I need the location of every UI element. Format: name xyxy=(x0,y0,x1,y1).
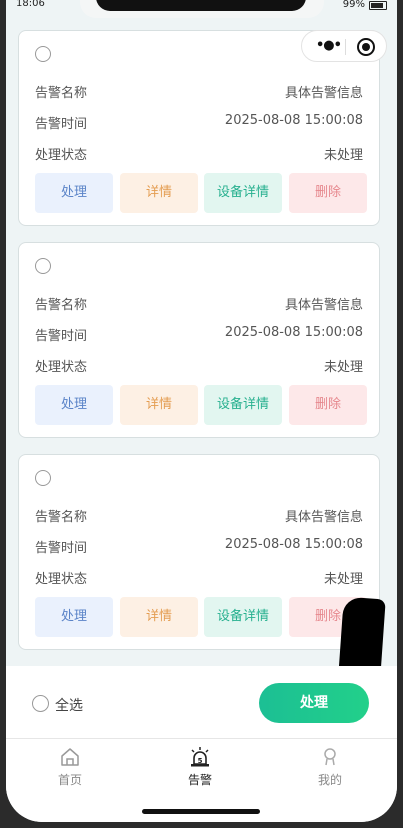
phone-screen: 18:06 99% •●• 告警名称 具体告警信息 告警时间 2025-08-0… xyxy=(6,0,397,822)
row-label: 告警时间 xyxy=(35,329,88,344)
row-label: 处理状态 xyxy=(35,148,88,163)
more-icon[interactable]: •●• xyxy=(316,39,342,52)
select-all-radio[interactable] xyxy=(32,695,49,712)
row-value: 2025-08-08 15:00:08 xyxy=(224,537,363,552)
home-icon xyxy=(59,747,81,767)
process-button[interactable]: 处理 xyxy=(35,385,113,425)
tab-label: 告警 xyxy=(187,773,212,787)
status-time: 18:06 xyxy=(16,0,45,9)
home-indicator xyxy=(142,809,260,814)
row-value: 未处理 xyxy=(323,148,363,163)
camera-notch xyxy=(96,0,306,11)
card-select-radio[interactable] xyxy=(35,46,51,62)
tab-label: 首页 xyxy=(57,773,82,787)
card-select-radio[interactable] xyxy=(35,470,51,486)
row-value: 未处理 xyxy=(323,360,363,375)
process-button[interactable]: 处理 xyxy=(35,173,113,213)
user-icon xyxy=(319,747,341,767)
row-value: 2025-08-08 15:00:08 xyxy=(224,325,363,340)
row-value: 具体告警信息 xyxy=(284,86,363,101)
row-value: 具体告警信息 xyxy=(284,510,363,525)
row-value: 具体告警信息 xyxy=(284,298,363,313)
tab-label: 我的 xyxy=(317,773,342,787)
tab-home[interactable]: 首页 xyxy=(30,747,110,788)
card-actions: 处理 详情 设备详情 删除 xyxy=(35,173,367,213)
row-label: 告警名称 xyxy=(35,298,88,313)
card-actions: 处理 详情 设备详情 删除 xyxy=(35,597,367,637)
card-actions: 处理 详情 设备详情 删除 xyxy=(35,385,367,425)
alarm-card: 告警名称 具体告警信息 告警时间 2025-08-08 15:00:08 处理状… xyxy=(18,242,380,438)
batch-process-button[interactable]: 处理 xyxy=(259,683,369,723)
row-label: 处理状态 xyxy=(35,360,88,375)
battery-icon xyxy=(369,1,387,10)
card-select-radio[interactable] xyxy=(35,258,51,274)
row-label: 告警名称 xyxy=(35,86,88,101)
row-label: 告警时间 xyxy=(35,541,88,556)
delete-button[interactable]: 删除 xyxy=(289,385,367,425)
miniprogram-capsule: •●• xyxy=(301,30,387,62)
device-detail-button[interactable]: 设备详情 xyxy=(204,173,282,213)
tab-alarm[interactable]: 5 告警 xyxy=(160,747,240,788)
row-label: 告警时间 xyxy=(35,117,88,132)
delete-button[interactable]: 删除 xyxy=(289,173,367,213)
detail-button[interactable]: 详情 xyxy=(120,597,198,637)
select-all-label[interactable]: 全选 xyxy=(55,695,83,715)
row-label: 告警名称 xyxy=(35,510,88,525)
alarm-card: 告警名称 具体告警信息 告警时间 2025-08-08 15:00:08 处理状… xyxy=(18,454,380,650)
capsule-divider xyxy=(345,39,346,55)
battery-percent: 99% xyxy=(342,0,365,10)
process-button[interactable]: 处理 xyxy=(35,597,113,637)
device-detail-button[interactable]: 设备详情 xyxy=(204,385,282,425)
row-value: 未处理 xyxy=(323,572,363,587)
detail-button[interactable]: 详情 xyxy=(120,385,198,425)
row-label: 处理状态 xyxy=(35,572,88,587)
row-value: 2025-08-08 15:00:08 xyxy=(224,113,363,128)
device-detail-button[interactable]: 设备详情 xyxy=(204,597,282,637)
batch-action-bar: 全选 处理 xyxy=(6,666,397,738)
close-miniprogram-icon[interactable] xyxy=(357,38,375,56)
svg-text:5: 5 xyxy=(198,757,203,765)
tab-mine[interactable]: 我的 xyxy=(290,747,370,788)
alarm-icon: 5 xyxy=(189,747,211,767)
detail-button[interactable]: 详情 xyxy=(120,173,198,213)
